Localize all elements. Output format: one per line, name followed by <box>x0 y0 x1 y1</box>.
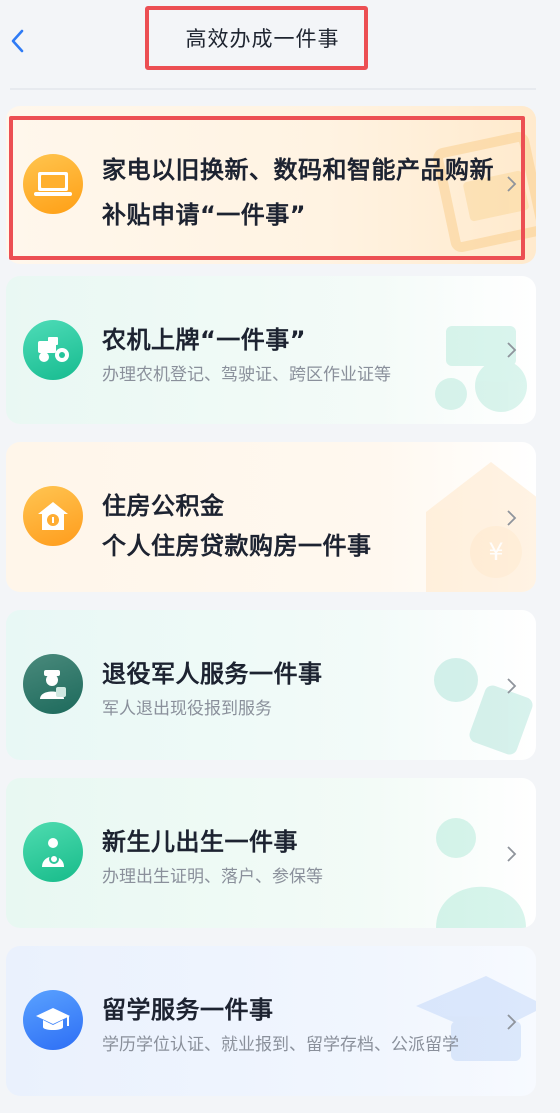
card-title: 新生儿出生一件事 <box>102 828 298 856</box>
card-veteran[interactable]: 退役军人服务一件事 军人退出现役报到服务 <box>6 610 536 760</box>
card-appliance-subsidy[interactable]: 家电以旧换新、数码和智能产品购新 补贴申请“一件事” <box>6 106 536 264</box>
card-study-abroad[interactable]: 留学服务一件事 学历学位认证、就业报到、留学存档、公派留学 <box>6 946 536 1096</box>
graduation-cap-icon <box>23 990 83 1050</box>
card-title-line2: 个人住房贷款购房一件事 <box>102 532 372 560</box>
card-farm-machine[interactable]: 农机上牌“一件事” 办理农机登记、驾驶证、跨区作业证等 <box>6 276 536 424</box>
card-subtitle: 学历学位认证、就业报到、留学存档、公派留学 <box>102 1035 459 1055</box>
card-title: 农机上牌“一件事” <box>102 326 307 354</box>
veteran-icon <box>23 654 83 714</box>
chevron-right-icon <box>507 176 517 192</box>
card-title-line1: 家电以旧换新、数码和智能产品购新 <box>102 156 494 184</box>
card-title-line2: 补贴申请“一件事” <box>102 201 307 229</box>
card-newborn[interactable]: 新生儿出生一件事 办理出生证明、落户、参保等 <box>6 778 536 928</box>
page-title: 高效办成一件事 <box>145 6 368 70</box>
laptop-subsidy-icon <box>23 154 83 214</box>
svg-text:¥: ¥ <box>488 538 503 566</box>
card-title: 留学服务一件事 <box>102 996 274 1024</box>
chevron-right-icon <box>507 342 517 358</box>
chevron-right-icon <box>507 846 517 862</box>
card-title-line1: 住房公积金 <box>102 492 225 520</box>
newborn-icon <box>23 822 83 882</box>
header-bar: 高效办成一件事 <box>0 0 560 88</box>
tractor-icon <box>23 320 83 380</box>
divider <box>10 88 536 90</box>
card-title: 退役军人服务一件事 <box>102 660 323 688</box>
back-arrow-icon[interactable] <box>6 26 34 56</box>
card-subtitle: 军人退出现役报到服务 <box>102 699 272 719</box>
house-fund-icon <box>23 486 83 546</box>
chevron-right-icon <box>507 678 517 694</box>
card-housing-fund[interactable]: ¥ 住房公积金 个人住房贷款购房一件事 <box>6 442 536 592</box>
chevron-right-icon <box>507 1014 517 1030</box>
chevron-right-icon <box>507 510 517 526</box>
page-title-text: 高效办成一件事 <box>185 27 340 51</box>
card-subtitle: 办理出生证明、落户、参保等 <box>102 867 323 887</box>
card-subtitle: 办理农机登记、驾驶证、跨区作业证等 <box>102 365 391 385</box>
